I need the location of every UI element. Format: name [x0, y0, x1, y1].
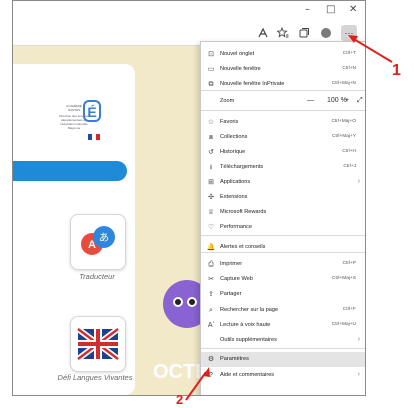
annotation-arrow-2 — [185, 371, 207, 401]
annotation-arrowhead-2 — [203, 367, 210, 377]
annotation-arrows — [185, 35, 393, 401]
annotation-arrow-1 — [351, 37, 393, 63]
